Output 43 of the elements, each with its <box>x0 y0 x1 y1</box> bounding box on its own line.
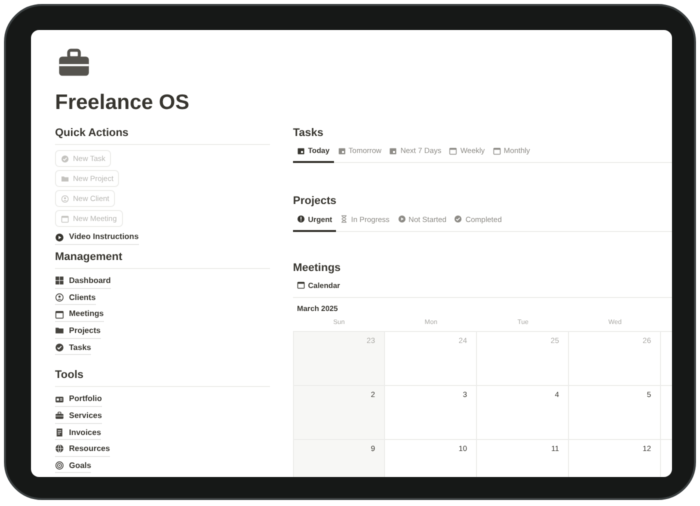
calendar-icon <box>297 146 305 155</box>
globe-icon <box>55 444 64 454</box>
calendar-icon <box>389 146 398 155</box>
nav-link[interactable]: Clients <box>55 290 96 306</box>
nav-link[interactable]: Meetings <box>55 307 104 322</box>
folder-icon <box>61 174 69 183</box>
calendar-icon <box>449 146 458 155</box>
nav-link[interactable]: Projects <box>55 324 101 339</box>
nav-link[interactable]: Resources <box>55 442 110 457</box>
nav-link[interactable]: Services <box>55 408 102 424</box>
alert-circle-icon <box>297 215 305 224</box>
briefcase-icon <box>55 411 64 420</box>
section-heading: Tasks <box>293 127 324 140</box>
folder-icon <box>55 326 64 336</box>
play-circle-icon <box>398 215 406 224</box>
nav-link[interactable]: Portfolio <box>55 392 102 407</box>
nav-link[interactable]: Invoices <box>55 426 102 440</box>
document-icon <box>55 428 64 437</box>
section-heading: Tools <box>55 369 270 388</box>
calendar-icon <box>55 310 64 319</box>
check-circle-icon <box>61 154 69 163</box>
id-card-icon <box>55 394 64 404</box>
calendar-icon <box>338 146 346 155</box>
section-heading: Projects <box>293 195 338 209</box>
calendar-icon <box>61 214 69 223</box>
person-circle-icon <box>61 194 69 203</box>
calendar-icon <box>492 146 501 155</box>
nav-link[interactable]: Goals <box>55 458 92 474</box>
check-circle-icon <box>454 215 462 224</box>
calendar-icon <box>297 281 305 290</box>
person-circle-icon <box>55 293 64 302</box>
section-heading: Meetings <box>293 262 342 275</box>
section-heading: Management <box>55 250 270 270</box>
target-icon <box>55 460 64 470</box>
hourglass-icon <box>340 215 348 224</box>
grid-icon <box>55 276 64 286</box>
section-heading: Quick Actions <box>55 127 270 146</box>
nav-link[interactable]: Dashboard <box>55 274 111 289</box>
video-link[interactable]: Video Instructions <box>55 230 139 245</box>
play-circle-icon <box>55 232 64 242</box>
nav-link[interactable]: Tasks <box>55 340 92 356</box>
page-title: Freelance OS <box>55 90 190 116</box>
check-circle-icon <box>55 342 64 352</box>
